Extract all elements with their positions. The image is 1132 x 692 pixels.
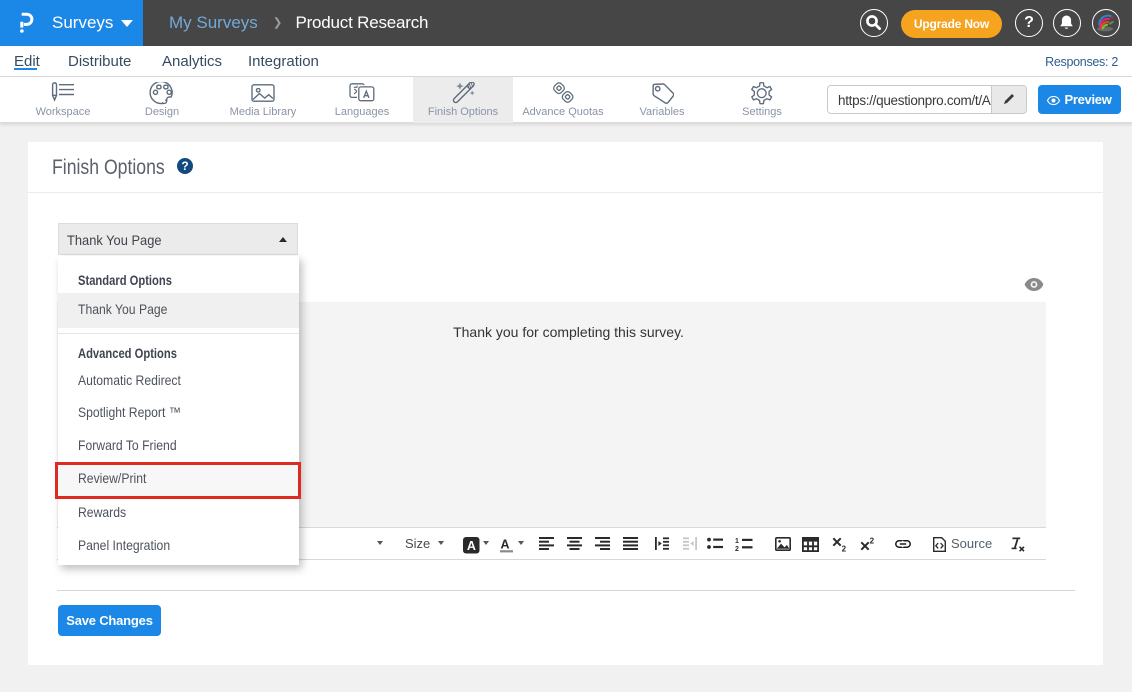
- svg-text:A: A: [467, 539, 476, 553]
- svg-text:2: 2: [735, 546, 739, 551]
- svg-text:2: 2: [870, 537, 875, 546]
- svg-text:1: 1: [735, 538, 739, 545]
- svg-text:A: A: [501, 538, 510, 552]
- svg-text:2: 2: [842, 545, 847, 552]
